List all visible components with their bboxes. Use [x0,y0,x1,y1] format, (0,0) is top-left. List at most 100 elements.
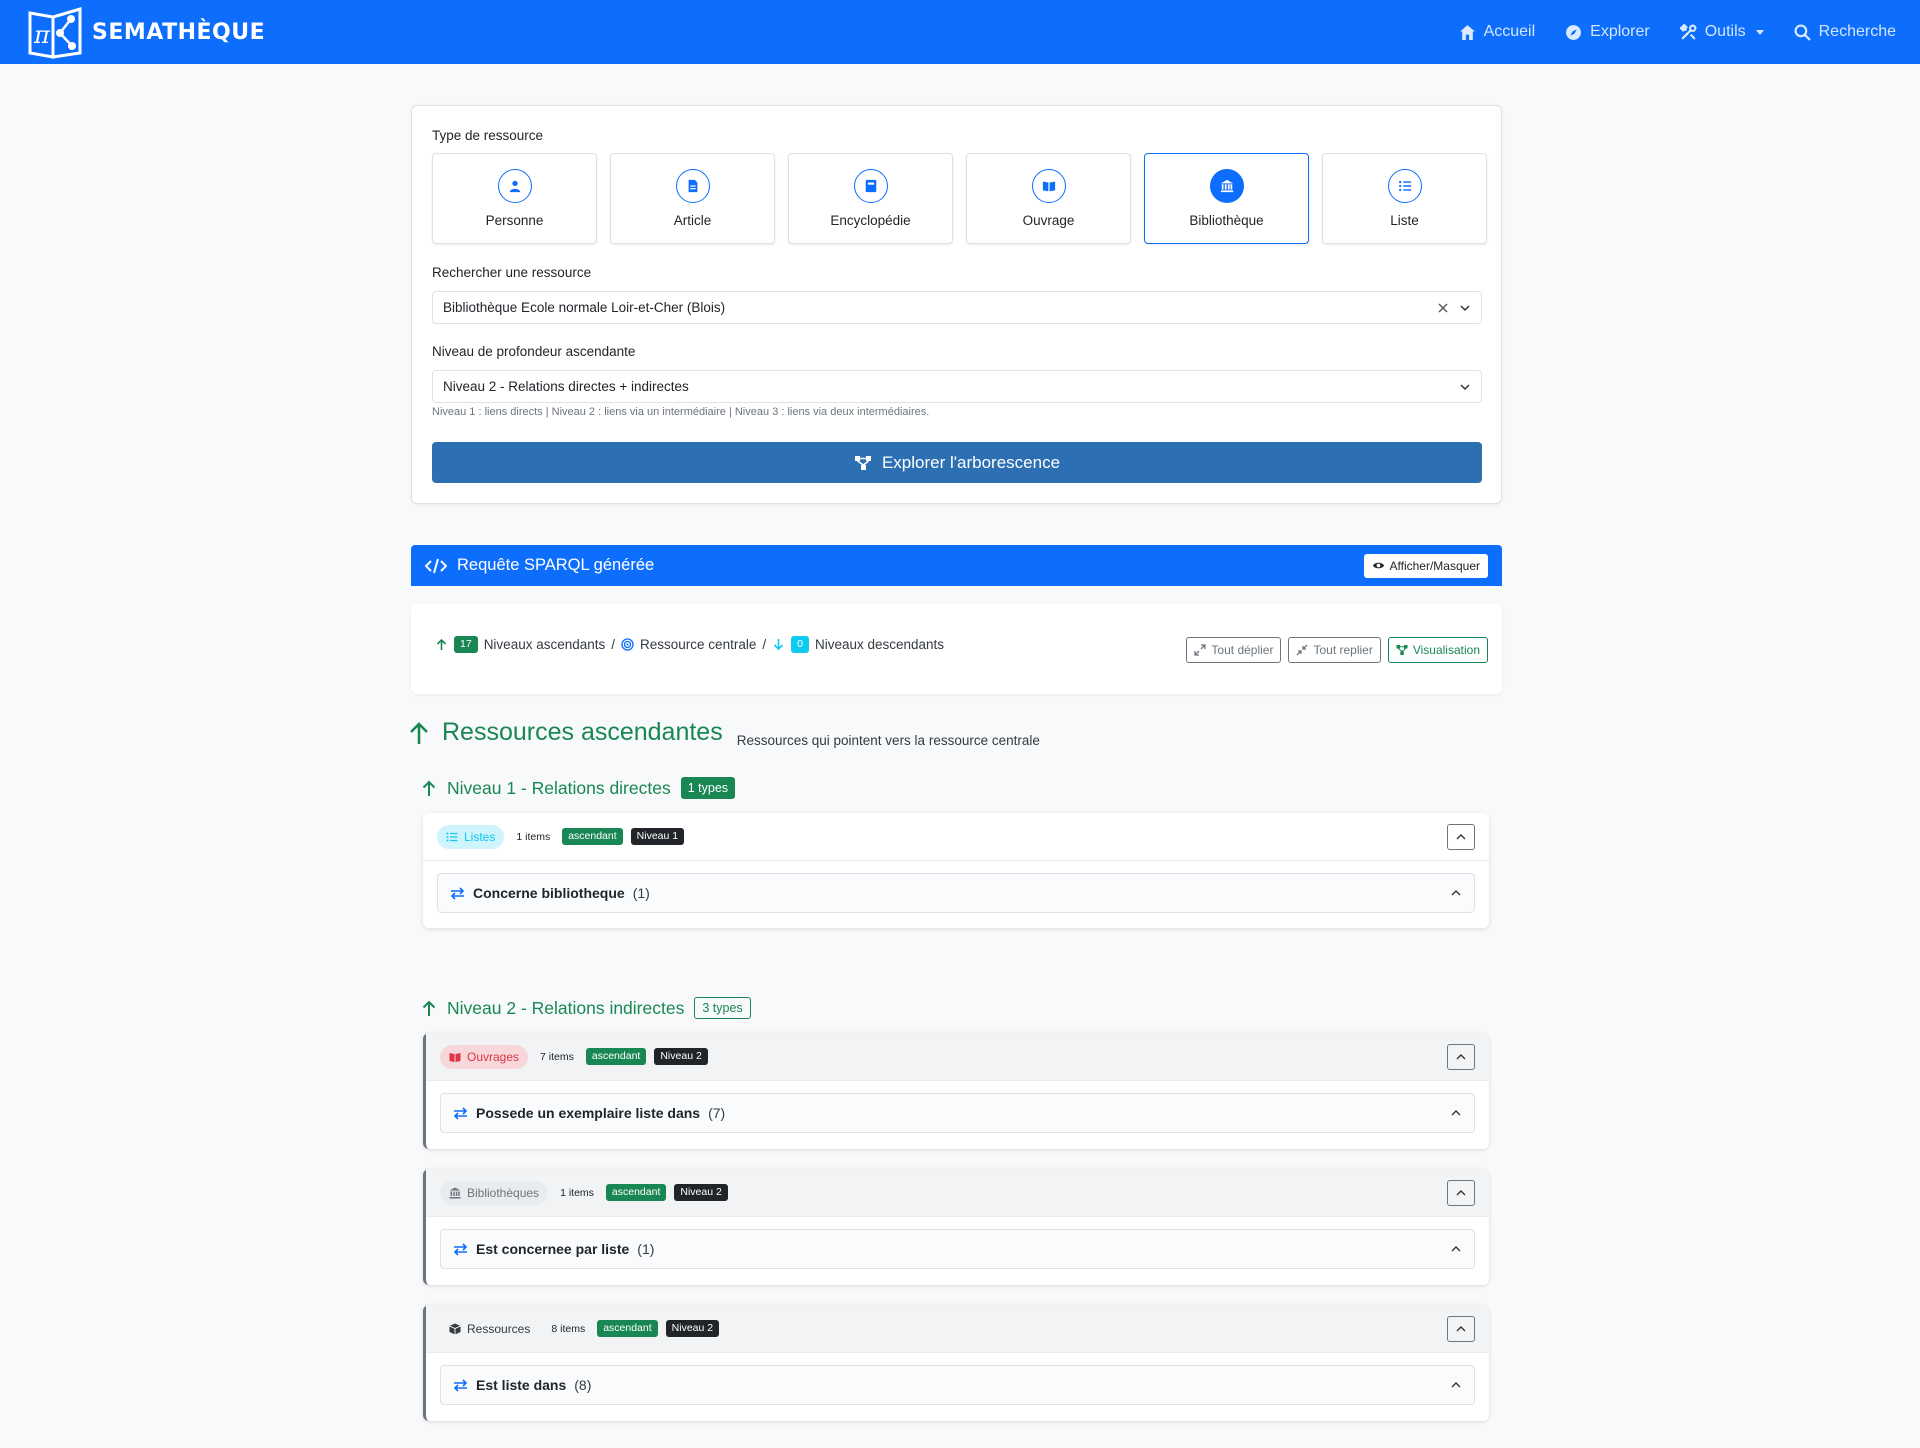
depth-label: Niveau de profondeur ascendante [432,344,636,359]
group-listes: Listes 1 items ascendant Niveau 1 Concer… [423,813,1489,928]
type-bibliotheque-label: Bibliothèque [1189,213,1264,228]
type-liste[interactable]: Liste [1322,153,1487,244]
collapse-group-button[interactable] [1447,1043,1475,1070]
swap-arrows-icon [453,1378,468,1392]
collapse-all-button[interactable]: Tout replier [1288,637,1381,663]
asc-label[interactable]: Niveaux ascendants [484,637,606,652]
level-badge: Niveau 2 [654,1048,708,1065]
resource-search-select[interactable]: Bibliothèque Ecole normale Loir-et-Cher … [432,291,1482,324]
direction-badge: ascendant [605,1184,667,1201]
relation-name: Concerne bibliotheque [473,885,625,901]
type-pill-label: Listes [464,829,496,844]
asc-count-badge: 17 [454,636,478,653]
depth-help-text: Niveau 1 : liens directs | Niveau 2 : li… [432,406,930,418]
group-header[interactable]: Listes 1 items ascendant Niveau 1 [423,813,1489,861]
library-icon [1209,169,1244,203]
relation-count: (1) [637,1241,655,1257]
collapse-group-button[interactable] [1447,823,1475,850]
relation-row[interactable]: Est concernee par liste (1) [440,1229,1475,1269]
type-bibliotheque[interactable]: Bibliothèque [1144,153,1309,244]
nav-outils[interactable]: Outils [1679,23,1764,41]
relation-name: Possede un exemplaire liste dans [476,1105,701,1121]
swap-arrows-icon [453,1242,468,1256]
level-breadcrumb-box: 17 Niveaux ascendants / Ressource centra… [411,604,1502,694]
relation-row[interactable]: Concerne bibliotheque (1) [437,873,1475,913]
explore-form-card: Type de ressource Personne Article Encyc… [411,105,1502,504]
relation-row[interactable]: Est liste dans (8) [440,1365,1475,1405]
chevron-up-icon [1456,1053,1466,1059]
ascendants-title: Ressources ascendantes [442,718,723,746]
type-ouvrage[interactable]: Ouvrage [966,153,1131,244]
arrow-up-icon [410,721,428,744]
explore-button[interactable]: Explorer l'arborescence [432,442,1482,483]
level1-title: Niveau 1 - Relations directes 1 types [421,777,736,799]
chevron-up-icon [1456,833,1466,839]
relation-row[interactable]: Possede un exemplaire liste dans (7) [440,1093,1475,1133]
nav-explorer[interactable]: Explorer [1565,23,1650,41]
chevron-up-icon [1451,1246,1461,1252]
chevron-up-icon [1456,1189,1466,1195]
relation-count: (7) [708,1105,726,1121]
visualisation-button[interactable]: Visualisation [1387,637,1488,663]
open-book-icon [1031,169,1066,203]
target-icon [621,638,634,651]
type-personne-label: Personne [485,213,544,228]
list-icon [1387,169,1422,203]
nav-explorer-label: Explorer [1590,23,1650,40]
sparql-toggle-button[interactable]: Afficher/Masquer [1363,553,1488,578]
group-header[interactable]: Ressources 8 items ascendant Niveau 2 [426,1305,1489,1353]
tree-icon [854,455,871,470]
box-icon [449,1323,461,1334]
nav-accueil[interactable]: Accueil [1459,23,1535,41]
expand-all-button[interactable]: Tout déplier [1186,637,1282,663]
nav-recherche[interactable]: Recherche [1794,23,1896,41]
logo-icon: π [24,4,86,60]
type-pill-label: Ressources [467,1321,531,1336]
type-liste-label: Liste [1390,213,1419,228]
tools-icon [1679,23,1697,40]
collapse-group-button[interactable] [1447,1315,1475,1342]
items-count: 1 items [516,830,551,843]
type-pill: Ressources [440,1317,539,1341]
type-article[interactable]: Article [610,153,775,244]
arrow-up-icon [436,638,447,650]
type-grid: Personne Article Encyclopédie Ouvrage Bi… [432,153,1487,244]
group-header[interactable]: Ouvrages 7 items ascendant Niveau 2 [426,1033,1489,1081]
chevron-down-icon[interactable] [1459,302,1471,314]
brand[interactable]: π SEMATHÈQUE [24,4,265,60]
visualisation-label: Visualisation [1412,643,1480,657]
swap-arrows-icon [450,886,465,900]
items-count: 8 items [551,1322,586,1335]
desc-label[interactable]: Niveaux descendants [815,637,944,652]
items-count: 1 items [560,1186,594,1199]
brand-name: SEMATHÈQUE [92,19,266,45]
library-icon [449,1187,461,1198]
type-encyclopedie[interactable]: Encyclopédie [788,153,953,244]
type-pill-label: Ouvrages [467,1049,520,1064]
collapse-icon [1297,644,1308,656]
collapse-group-button[interactable] [1447,1179,1475,1206]
central-label[interactable]: Ressource centrale [640,637,756,652]
relation-name: Est concernee par liste [476,1241,630,1257]
desc-count-badge: 0 [791,636,809,653]
sparql-title: Requête SPARQL générée [457,556,655,574]
depth-select[interactable]: Niveau 2 - Relations directes + indirect… [432,370,1482,403]
level-badge: Niveau 1 [630,828,685,845]
expand-icon [1194,644,1207,656]
relation-count: (8) [574,1377,592,1393]
chevron-up-icon [1456,1325,1466,1331]
level1-types-badge: 1 types [680,777,736,799]
breadcrumb: 17 Niveaux ascendants / Ressource centra… [435,636,944,653]
search-icon [1794,24,1811,41]
type-pill: Listes [437,824,505,849]
swap-arrows-icon [453,1106,468,1120]
explore-button-label: Explorer l'arborescence [881,452,1061,472]
level-badge: Niveau 2 [674,1184,728,1201]
type-personne[interactable]: Personne [432,153,597,244]
clear-icon[interactable] [1437,302,1449,314]
open-book-icon [449,1052,461,1062]
direction-badge: ascendant [597,1320,658,1337]
items-count: 7 items [540,1050,574,1063]
group-header[interactable]: Bibliothèques 1 items ascendant Niveau 2 [426,1169,1489,1217]
level2-title-text: Niveau 2 - Relations indirectes [447,997,685,1018]
